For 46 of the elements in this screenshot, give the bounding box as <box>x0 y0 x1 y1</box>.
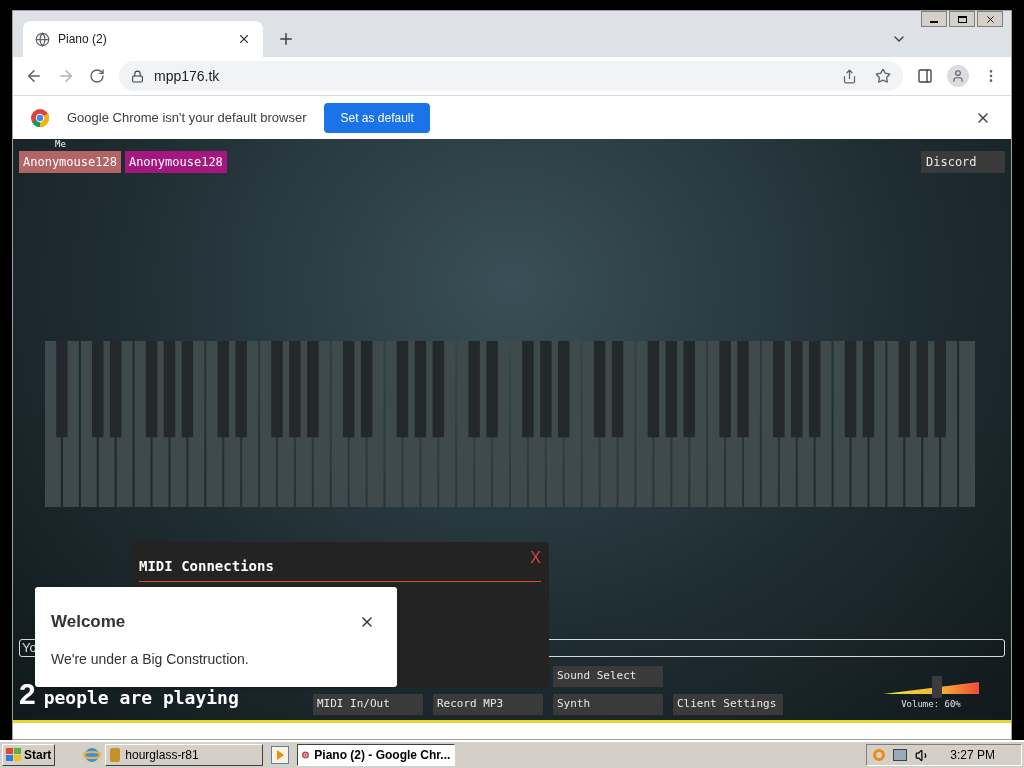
me-label: Me <box>55 140 66 149</box>
discord-button[interactable]: Discord <box>921 151 1005 173</box>
clock: 3:27 PM <box>950 747 995 764</box>
folder-icon <box>110 748 121 762</box>
toolbar-button[interactable]: Sound Select <box>553 666 663 687</box>
close-icon[interactable] <box>977 11 1003 27</box>
volume-label: Volume: 60% <box>901 697 961 711</box>
profile-icon[interactable] <box>947 65 969 87</box>
player-count: 2 <box>19 679 36 709</box>
popup-title: Welcome <box>51 611 127 633</box>
globe-icon <box>35 31 50 47</box>
url-text: mpp176.tk <box>154 66 221 86</box>
share-icon[interactable] <box>842 68 857 84</box>
taskbar-task[interactable]: hourglass-r81 <box>105 744 264 766</box>
reload-icon[interactable] <box>89 68 105 84</box>
media-player-icon[interactable] <box>271 746 290 764</box>
start-button[interactable]: Start <box>2 744 56 766</box>
windows-logo-icon <box>6 748 22 762</box>
toolbar-button[interactable]: Record MP3 <box>433 694 543 715</box>
task-label: hourglass-r81 <box>125 747 199 764</box>
infobar-message: Google Chrome isn't your default browser <box>67 108 307 127</box>
player-label: people are playing <box>43 686 239 710</box>
toolbar-button[interactable]: MIDI In/Out <box>313 694 423 715</box>
volume-thumb[interactable] <box>931 675 942 698</box>
tab-title: Piano (2) <box>58 31 108 48</box>
minimize-icon[interactable] <box>921 11 947 27</box>
chrome-logo-icon <box>31 108 49 127</box>
browser-tab[interactable]: Piano (2) <box>23 21 263 57</box>
back-icon[interactable] <box>25 67 43 85</box>
new-tab-icon[interactable] <box>277 30 295 48</box>
dialog-title: MIDI Connections <box>139 557 274 576</box>
close-button[interactable]: X <box>530 546 541 570</box>
lock-icon <box>131 69 144 83</box>
task-label: Piano (2) - Google Chr... <box>314 747 451 764</box>
popup-message: We're under a Big Construction. <box>51 649 250 669</box>
restore-icon[interactable] <box>949 11 975 27</box>
side-panel-icon[interactable] <box>917 68 933 84</box>
taskbar-task[interactable]: Piano (2) - Google Chr... <box>297 744 456 766</box>
network-icon[interactable] <box>893 749 908 761</box>
user-name: Anonymouse128 <box>23 154 117 171</box>
toolbar-button[interactable]: Client Settings <box>673 694 783 715</box>
address-bar[interactable]: mpp176.tk <box>119 61 903 91</box>
close-icon[interactable] <box>237 32 251 46</box>
star-icon[interactable] <box>875 68 891 84</box>
toolbar-button[interactable]: Synth <box>553 694 663 715</box>
set-default-button[interactable]: Set as default <box>324 102 430 133</box>
